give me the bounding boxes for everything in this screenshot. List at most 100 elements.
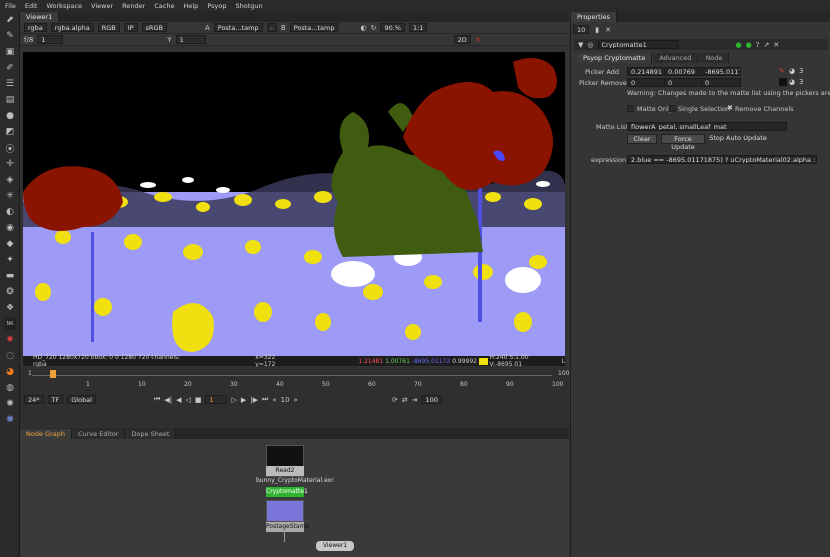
tab-viewer1[interactable]: Viewer1 bbox=[20, 12, 60, 22]
loop-icon[interactable]: ⟳ bbox=[392, 396, 398, 404]
lut-select[interactable]: sRGB bbox=[141, 23, 167, 32]
picker-add-r[interactable]: 0.214891 bbox=[627, 67, 665, 76]
picker-remove-b[interactable]: 0 bbox=[701, 78, 741, 87]
menu-render[interactable]: Render bbox=[122, 2, 145, 10]
next-frame-icon[interactable]: ▶ bbox=[241, 396, 246, 404]
draw-tool-icon[interactable]: ✐ bbox=[4, 62, 16, 74]
channels-select[interactable]: rgba bbox=[24, 23, 47, 32]
picker-remove-g[interactable]: 0 bbox=[664, 78, 702, 87]
wipe-icon[interactable]: ◐ bbox=[360, 24, 366, 32]
refresh-icon[interactable]: ↻ bbox=[371, 24, 377, 32]
alpha-select[interactable]: rgba.alpha bbox=[50, 23, 94, 32]
keyer-tool-icon[interactable]: ⦿ bbox=[4, 142, 16, 155]
float-icon[interactable]: ↗ bbox=[763, 41, 769, 49]
node-icon[interactable]: ◎ bbox=[587, 41, 593, 49]
step-back-icon[interactable]: « bbox=[272, 396, 276, 404]
viewer-canvas[interactable] bbox=[23, 52, 565, 356]
views-tool-icon[interactable]: ◉ bbox=[4, 222, 16, 234]
menu-psyop[interactable]: Psyop bbox=[207, 2, 226, 10]
fstop-label[interactable]: f/8 bbox=[24, 36, 33, 44]
lock-icon[interactable]: ▮ bbox=[595, 26, 599, 34]
colorspace-select[interactable]: RGB bbox=[97, 23, 120, 32]
time-tool-icon[interactable]: ☰ bbox=[4, 78, 16, 90]
menu-viewer[interactable]: Viewer bbox=[91, 2, 113, 10]
pointer-tool-icon[interactable]: ⬈ bbox=[4, 14, 16, 26]
end-frame-field[interactable]: 100 bbox=[421, 395, 442, 404]
color-tool-icon[interactable]: ● bbox=[4, 110, 16, 122]
viewer-node[interactable]: Viewer1 bbox=[316, 541, 354, 551]
menu-file[interactable]: File bbox=[5, 2, 16, 10]
eyedropper-icon[interactable]: ✎ bbox=[779, 67, 785, 75]
tab-advanced[interactable]: Advanced bbox=[653, 53, 699, 63]
tab-node[interactable]: Node bbox=[699, 53, 730, 63]
clear-panels-icon[interactable]: ✕ bbox=[605, 26, 611, 34]
composite-select[interactable]: - bbox=[266, 23, 277, 32]
expression-field[interactable]: 2.blue == -8695.01171875) ? uCryptoMater… bbox=[627, 155, 817, 164]
3d-tool-icon[interactable]: ◈ bbox=[4, 174, 16, 186]
menu-workspace[interactable]: Workspace bbox=[46, 2, 82, 10]
menu-shotgun[interactable]: Shotgun bbox=[235, 2, 262, 10]
tab-properties[interactable]: Properties bbox=[571, 12, 617, 22]
play-back-icon[interactable]: ◁ bbox=[185, 396, 190, 404]
matte-list-field[interactable]: flowerA_petal, smallLeaf_mat bbox=[627, 122, 787, 131]
stop-auto-update-button[interactable]: Stop Auto Update bbox=[709, 134, 767, 144]
furnace-tool-icon[interactable]: ❂ bbox=[4, 286, 16, 298]
nuke-tool-icon[interactable]: NK bbox=[4, 318, 16, 330]
color-wheel2-icon[interactable]: ◕ bbox=[789, 78, 795, 86]
collapse-icon[interactable]: ▼ bbox=[578, 41, 583, 49]
stop-icon[interactable]: ■ bbox=[195, 396, 202, 404]
other-tool-icon[interactable]: ▬ bbox=[4, 270, 16, 282]
node-color-icon[interactable]: ● bbox=[736, 41, 742, 49]
postage-stamp-node[interactable]: PostageStamp bbox=[266, 522, 309, 532]
color-wheel-icon[interactable]: ◕ bbox=[789, 67, 795, 75]
y-field[interactable]: 1 bbox=[175, 35, 206, 44]
matte-only-checkbox[interactable] bbox=[627, 105, 634, 112]
zoom-select[interactable]: 90.% bbox=[380, 23, 405, 32]
timeline-ruler[interactable] bbox=[32, 369, 552, 383]
menu-edit[interactable]: Edit bbox=[25, 2, 38, 10]
tab-node-graph[interactable]: Node Graph bbox=[20, 429, 72, 439]
close-node-icon[interactable]: ✕ bbox=[773, 41, 779, 49]
channel-tool-icon[interactable]: ▤ bbox=[4, 94, 16, 106]
menu-cache[interactable]: Cache bbox=[154, 2, 174, 10]
next-key-icon[interactable]: |▶ bbox=[250, 396, 258, 404]
step-forward-icon[interactable]: » bbox=[294, 396, 298, 404]
skip-end-icon[interactable]: ⏭ bbox=[262, 395, 268, 404]
metadata-tool-icon[interactable]: ◆ bbox=[4, 238, 16, 250]
gizmo-tool-icon[interactable]: ✹ bbox=[4, 334, 16, 346]
postage-thumbnail[interactable] bbox=[266, 500, 304, 522]
filter-tool-icon[interactable]: ◩ bbox=[4, 126, 16, 138]
tab-psyop-cryptomatte[interactable]: Psyop Cryptomatte bbox=[577, 53, 653, 63]
view-mode-select[interactable]: 2D bbox=[453, 35, 471, 44]
ocula-tool-icon[interactable]: ❖ bbox=[4, 302, 16, 314]
input-a-select[interactable]: Posta...tamp bbox=[213, 23, 263, 32]
picker-remove-r[interactable]: 0 bbox=[627, 78, 665, 87]
psyop-tool-icon[interactable]: ◌ bbox=[4, 350, 16, 362]
tab-dope-sheet[interactable]: Dope Sheet bbox=[125, 429, 177, 439]
merge-tool-icon[interactable]: ✛ bbox=[4, 158, 16, 170]
paint-tool-icon[interactable]: ✎ bbox=[4, 30, 16, 42]
deep-tool-icon[interactable]: ◐ bbox=[4, 206, 16, 218]
playhead[interactable] bbox=[50, 370, 56, 378]
node-name-field[interactable]: Cryptomatte1 bbox=[597, 40, 678, 49]
tab-curve-editor[interactable]: Curve Editor bbox=[71, 429, 126, 439]
node-color2-icon[interactable]: ● bbox=[746, 41, 752, 49]
help-icon[interactable]: ? bbox=[756, 41, 760, 49]
image-tool-icon[interactable]: ▣ bbox=[4, 46, 16, 58]
bounce-icon[interactable]: ⇄ bbox=[402, 396, 408, 404]
toolsets-tool-icon[interactable]: ✦ bbox=[4, 254, 16, 266]
settings-tool-icon[interactable]: ✺ bbox=[4, 398, 16, 410]
shotgun-tool-icon[interactable]: ◍ bbox=[4, 382, 16, 394]
ip-button[interactable]: IP bbox=[123, 23, 138, 32]
max-panels-field[interactable]: 10 bbox=[573, 25, 590, 34]
force-update-button[interactable]: Force Update bbox=[661, 134, 705, 151]
ratio-select[interactable]: 1:1 bbox=[408, 23, 428, 32]
remove-swatch[interactable] bbox=[779, 78, 787, 86]
in-out-icon[interactable]: ⇥ bbox=[412, 396, 418, 404]
remove-channels-checkbox[interactable]: ✖ bbox=[727, 104, 733, 112]
close-red-icon[interactable]: ✕ bbox=[475, 36, 481, 44]
menu-help[interactable]: Help bbox=[183, 2, 198, 10]
cryptomatte-tool-icon[interactable]: ◕ bbox=[4, 366, 16, 378]
cryptomatte-node[interactable]: Cryptomatte1 bbox=[266, 487, 308, 497]
particles-tool-icon[interactable]: ✳ bbox=[4, 190, 16, 202]
